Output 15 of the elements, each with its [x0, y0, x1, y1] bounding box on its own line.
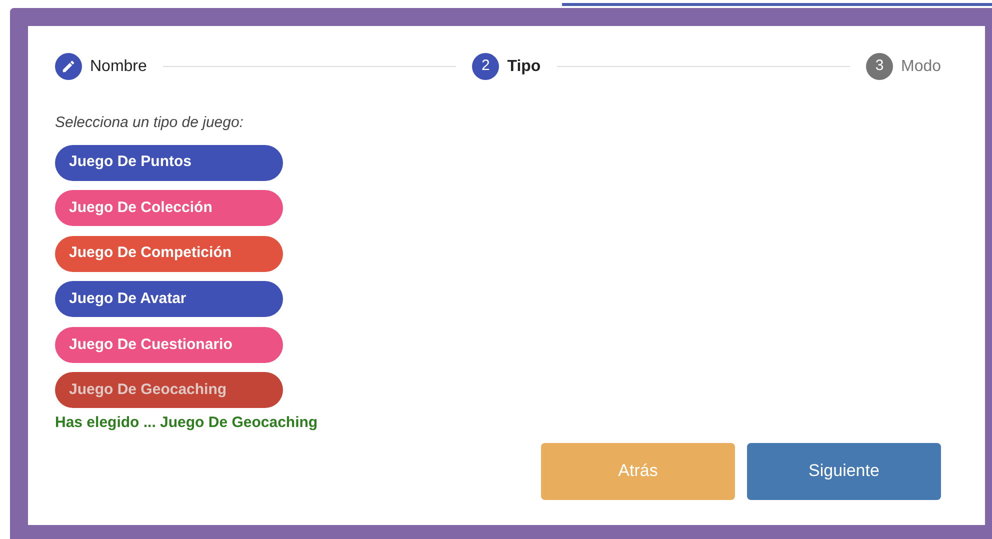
step-label: Modo: [900, 56, 942, 76]
prompt-text: Selecciona un tipo de juego:: [55, 113, 244, 133]
game-type-button[interactable]: Juego De Cuestionario: [55, 326, 283, 363]
step-number: 2: [472, 53, 500, 80]
choice-message: Has elegido ... Juego De Geocaching: [55, 413, 319, 434]
back-button[interactable]: Atrás: [541, 442, 735, 500]
next-button[interactable]: Siguiente: [747, 442, 941, 500]
game-type-button[interactable]: Juego De Avatar: [55, 281, 283, 318]
step-number: 3: [866, 53, 893, 80]
game-type-button[interactable]: Juego De Colección: [55, 190, 283, 226]
game-type-button[interactable]: Juego De Puntos: [55, 144, 283, 180]
game-type-button[interactable]: Juego De Geocaching: [55, 372, 283, 408]
step-label: Tipo: [507, 56, 541, 76]
step-label: Nombre: [90, 56, 147, 76]
game-type-button[interactable]: Juego De Competición: [55, 236, 283, 272]
